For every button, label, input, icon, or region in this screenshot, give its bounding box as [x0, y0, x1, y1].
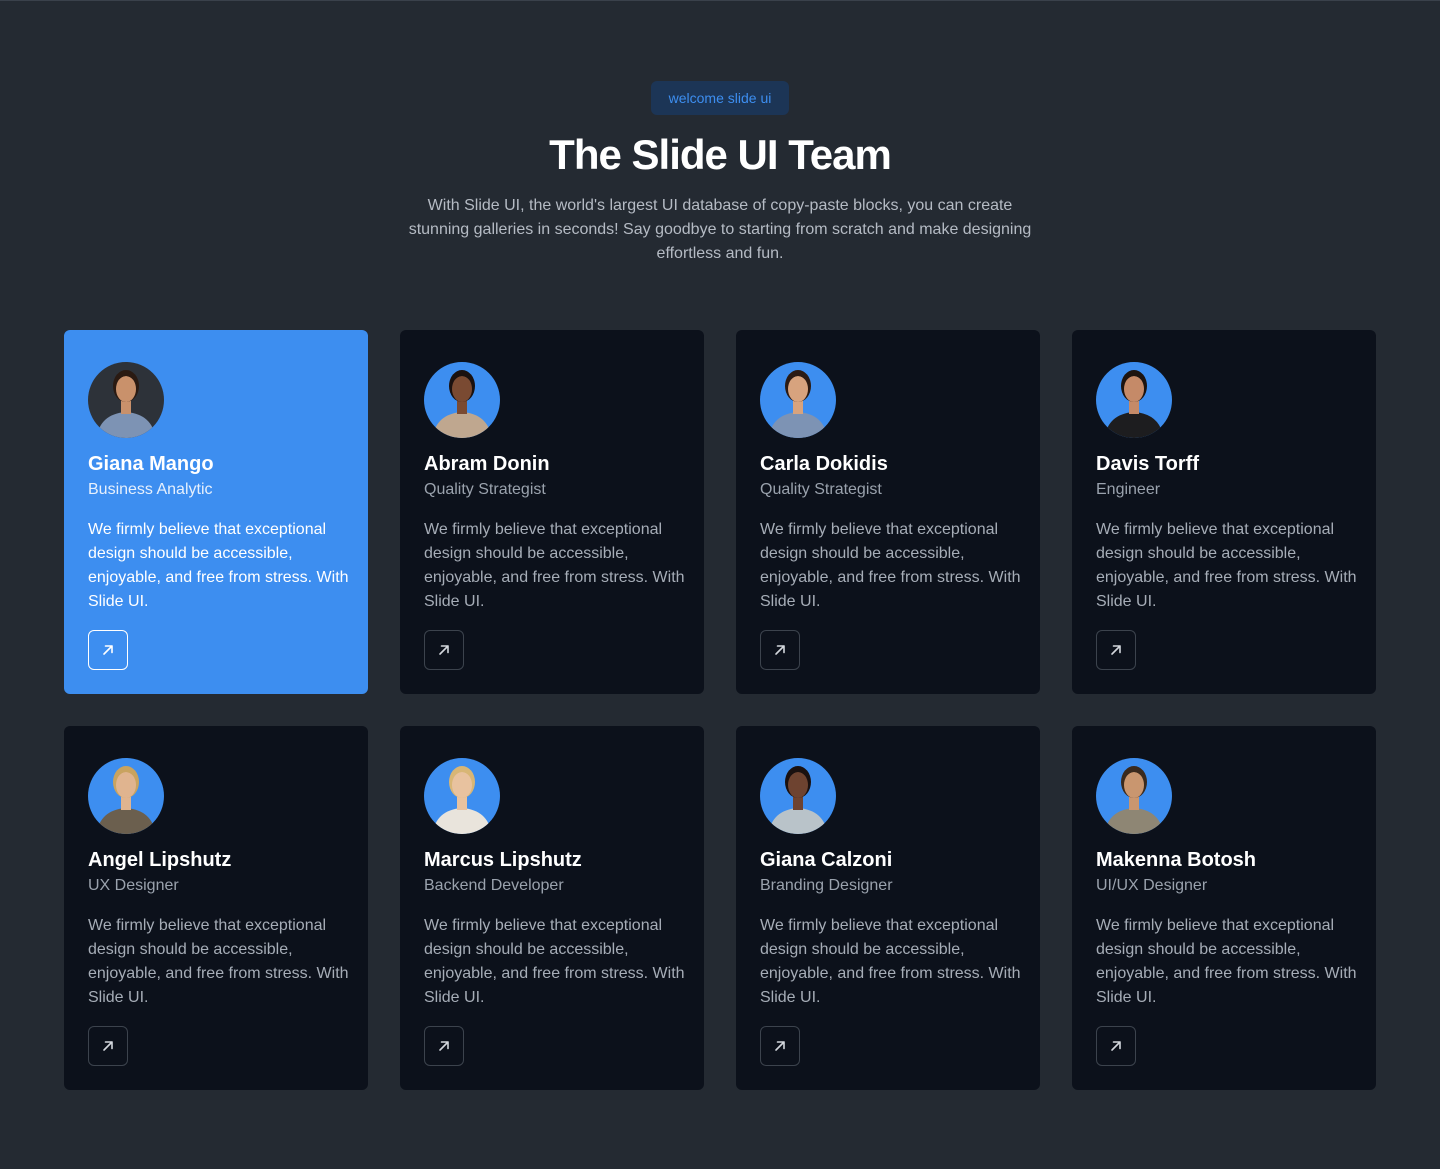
arrow-up-right-icon — [439, 645, 449, 655]
avatar-portrait — [424, 362, 500, 438]
avatar-portrait — [88, 758, 164, 834]
member-description: We firmly believe that exceptional desig… — [1096, 917, 1357, 1006]
member-name: Davis Torff — [1096, 453, 1199, 475]
arrow-up-right-icon — [775, 645, 785, 655]
team-card: Giana Calzoni Branding Designer We firml… — [736, 726, 1040, 1090]
arrow-up-right-icon — [103, 645, 113, 655]
avatar-portrait — [760, 758, 836, 834]
arrow-up-right-icon — [1111, 645, 1121, 655]
avatar — [424, 750, 500, 834]
avatar — [1096, 750, 1172, 834]
welcome-badge: welcome slide ui — [651, 81, 789, 115]
team-card: Abram Donin Quality Strategist We firmly… — [400, 330, 704, 694]
page-title: The Slide UI Team — [549, 131, 892, 178]
member-name: Makenna Botosh — [1096, 849, 1257, 871]
member-name: Marcus Lipshutz — [424, 849, 582, 871]
member-role: Branding Designer — [760, 877, 893, 894]
avatar-portrait — [760, 362, 836, 438]
profile-link-button[interactable] — [1096, 630, 1136, 670]
arrow-up-right-icon — [775, 1041, 785, 1051]
profile-link-button[interactable] — [760, 1026, 800, 1066]
arrow-up-right-icon — [103, 1041, 113, 1051]
member-description: We firmly believe that exceptional desig… — [1096, 521, 1357, 610]
team-card: Giana Mango Business Analytic We firmly … — [64, 330, 368, 694]
member-role: Quality Strategist — [424, 481, 546, 498]
avatar — [760, 750, 836, 834]
member-role: UX Designer — [88, 877, 179, 894]
member-name: Giana Calzoni — [760, 849, 893, 871]
avatar — [88, 750, 164, 834]
arrow-up-right-icon — [439, 1041, 449, 1051]
team-section: welcome slide ui The Slide UI Team With … — [0, 0, 1440, 1169]
team-card: Makenna Botosh UI/UX Designer We firmly … — [1072, 726, 1376, 1090]
member-name: Giana Mango — [88, 453, 214, 475]
avatar — [88, 354, 164, 438]
profile-link-button[interactable] — [1096, 1026, 1136, 1066]
avatar-portrait — [88, 362, 164, 438]
arrow-up-right-icon — [1111, 1041, 1121, 1051]
avatar — [760, 354, 836, 438]
avatar — [424, 354, 500, 438]
member-description: We firmly believe that exceptional desig… — [424, 917, 685, 1006]
member-role: Quality Strategist — [760, 481, 882, 498]
member-description: We firmly believe that exceptional desig… — [88, 917, 349, 1006]
avatar-portrait — [424, 758, 500, 834]
team-card: Angel Lipshutz UX Designer We firmly bel… — [64, 726, 368, 1090]
team-card: Marcus Lipshutz Backend Developer We fir… — [400, 726, 704, 1090]
member-role: UI/UX Designer — [1096, 877, 1208, 894]
team-card: Davis Torff Engineer We firmly believe t… — [1072, 330, 1376, 694]
team-grid: Giana Mango Business Analytic We firmly … — [64, 330, 1376, 1090]
avatar-portrait — [1096, 758, 1172, 834]
avatar-portrait — [1096, 362, 1172, 438]
member-description: We firmly believe that exceptional desig… — [424, 521, 685, 610]
member-description: We firmly believe that exceptional desig… — [88, 521, 349, 610]
member-description: We firmly believe that exceptional desig… — [760, 917, 1021, 1006]
member-name: Carla Dokidis — [760, 453, 888, 475]
profile-link-button[interactable] — [88, 630, 128, 670]
member-description: We firmly believe that exceptional desig… — [760, 521, 1021, 610]
member-role: Business Analytic — [88, 481, 213, 498]
page-subtitle: With Slide UI, the world's largest UI da… — [408, 197, 1032, 262]
profile-link-button[interactable] — [424, 630, 464, 670]
profile-link-button[interactable] — [424, 1026, 464, 1066]
profile-link-button[interactable] — [88, 1026, 128, 1066]
avatar — [1096, 354, 1172, 438]
member-name: Angel Lipshutz — [88, 849, 232, 871]
profile-link-button[interactable] — [760, 630, 800, 670]
member-role: Backend Developer — [424, 877, 564, 894]
member-role: Engineer — [1096, 481, 1161, 498]
team-card: Carla Dokidis Quality Strategist We firm… — [736, 330, 1040, 694]
member-name: Abram Donin — [424, 453, 550, 475]
